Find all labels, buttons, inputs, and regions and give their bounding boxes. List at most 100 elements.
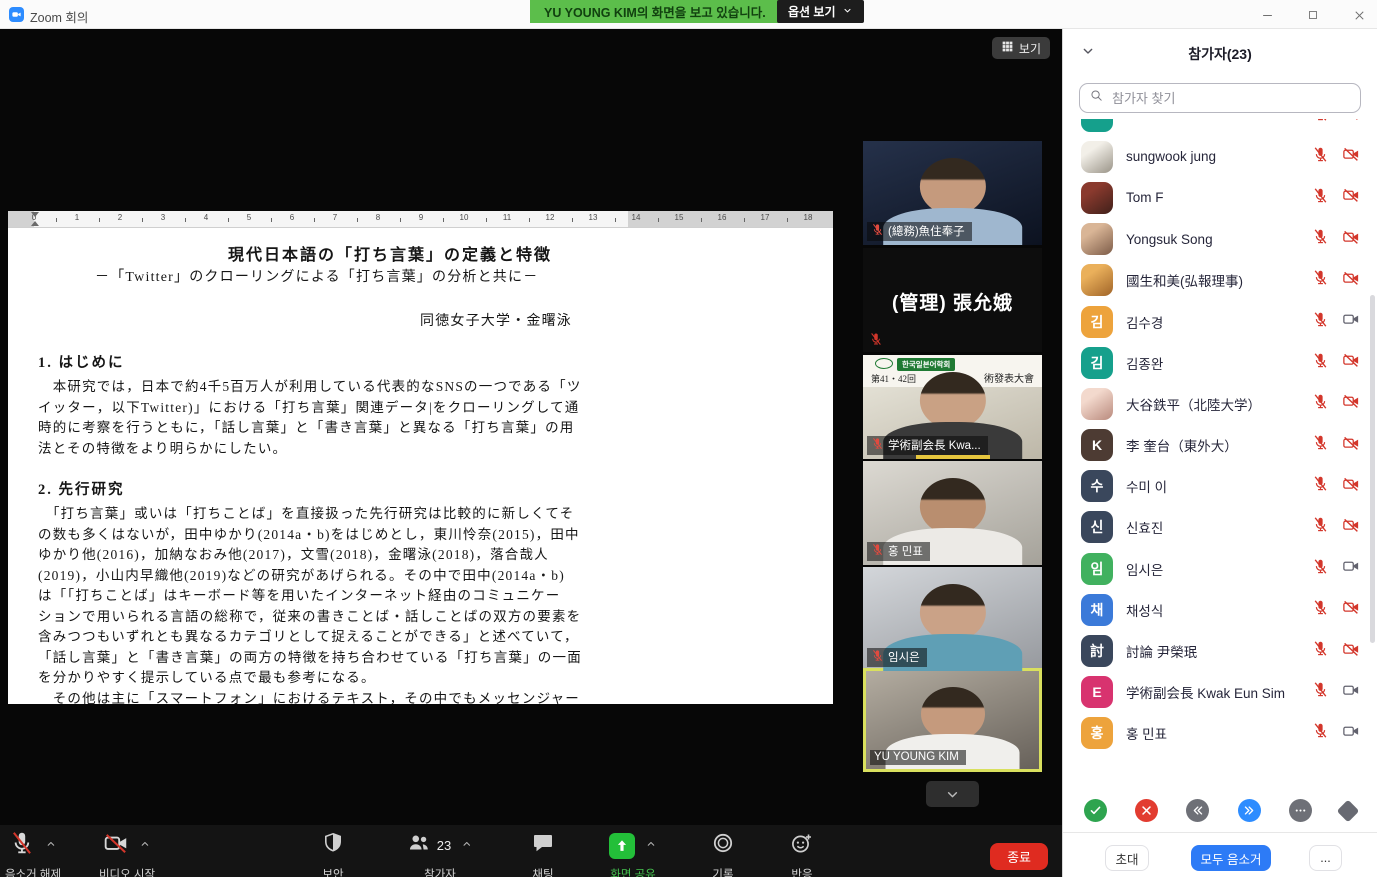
ruler-number: 18 — [804, 213, 813, 222]
toolbar-participants-button[interactable]: 23참가자 — [407, 832, 473, 877]
participant-row[interactable]: 홍홍 민표 — [1063, 713, 1377, 754]
reaction-faster-button[interactable] — [1238, 799, 1261, 822]
participant-row[interactable]: 임임시은 — [1063, 548, 1377, 589]
video-tile[interactable]: YU YOUNG KIM — [863, 668, 1042, 772]
close-button[interactable] — [1344, 5, 1374, 25]
invite-button[interactable]: 초대 — [1105, 845, 1149, 871]
caret-up-icon[interactable] — [461, 837, 473, 855]
participant-row[interactable]: 채채성식 — [1063, 589, 1377, 630]
minimize-button[interactable] — [1252, 5, 1282, 25]
caret-up-icon[interactable] — [139, 837, 151, 855]
participant-row[interactable]: 김김수경 — [1063, 301, 1377, 342]
avatar: 김 — [1081, 306, 1113, 338]
video-off-icon — [1342, 145, 1360, 168]
indent-marker-icon[interactable] — [31, 221, 39, 226]
doc-line: (2019)，小山内早織他(2019)などの研究があげられる。その中で田中(20… — [38, 566, 648, 587]
mic-muted-icon — [1312, 434, 1329, 456]
participant-row[interactable]: sungwook jung — [1063, 136, 1377, 177]
reaction-no-button[interactable] — [1135, 799, 1158, 822]
shield-icon — [321, 831, 345, 860]
more-button[interactable]: ... — [1309, 845, 1342, 871]
mic-muted-icon — [1312, 599, 1329, 621]
participant-row[interactable]: K李 奎台（東外大） — [1063, 425, 1377, 466]
participant-name: 신효진 — [1126, 517, 1304, 537]
participant-status-icons — [1312, 722, 1360, 745]
ruler-margin-right — [628, 211, 833, 227]
participant-row[interactable]: 大谷鉄平（北陸大学） — [1063, 383, 1377, 424]
toolbar-share-screen-button[interactable]: 화면 공유 — [609, 832, 657, 877]
view-button[interactable]: 보기 — [992, 37, 1050, 59]
avatar: 김 — [1081, 347, 1113, 379]
mic-off-icon — [9, 830, 35, 861]
mic-muted-icon — [869, 332, 883, 346]
toolbar-record-button[interactable]: 기록 — [711, 832, 735, 877]
conference-logo-icon — [875, 358, 893, 369]
caret-up-icon[interactable] — [45, 837, 57, 855]
participant-status-icons — [1312, 186, 1360, 209]
ruler-number: 13 — [589, 213, 598, 222]
toolbar-chat-button[interactable]: 채팅 — [531, 832, 555, 877]
avatar: 신 — [1081, 511, 1113, 543]
video-tile[interactable]: 한국일본어학회第41・42回術發表大會学術副会長 Kwa... — [863, 355, 1042, 459]
doc-paragraph: 本研究では，日本で約4千5百万人が利用している代表的なSNSの一つである「ツイッ… — [38, 377, 648, 459]
mute-all-button[interactable]: 모두 음소거 — [1191, 845, 1271, 871]
share-icon — [609, 833, 635, 859]
video-tile[interactable]: 임시은 — [863, 567, 1042, 671]
scrollbar-thumb[interactable] — [1370, 295, 1375, 643]
video-off-icon — [1342, 186, 1360, 209]
zoom-app-icon — [9, 7, 24, 22]
video-name-label: YU YOUNG KIM — [870, 750, 966, 765]
toolbar-unmute-button[interactable]: 음소거 해제 — [5, 832, 61, 877]
ruler-number: 2 — [118, 213, 122, 222]
doc-line: ゆかり他(2016)，加納なおみ他(2017)，文雪(2018)，金曙泳(201… — [38, 545, 648, 566]
search-area — [1063, 75, 1377, 119]
participant-name: 임시은 — [1126, 559, 1304, 579]
video-tile[interactable]: (總務)魚住奉子 — [863, 141, 1042, 245]
ruler-tick — [142, 218, 143, 222]
search-box[interactable] — [1079, 83, 1361, 113]
participant-name: 김종완 — [1126, 353, 1304, 373]
participant-row[interactable]: 國生和美(弘報理事) — [1063, 260, 1377, 301]
poster-session-number: 第41・42回 — [871, 372, 916, 385]
ruler-number: 3 — [161, 213, 165, 222]
participant-row[interactable]: 신 신효진 — [1063, 507, 1377, 548]
video-tile[interactable]: 홍 민표 — [863, 461, 1042, 565]
video-tile[interactable]: (管理) 張允娥 — [863, 248, 1042, 352]
toolbar-reactions-button[interactable]: 반응 — [790, 832, 814, 877]
participant-row[interactable]: 討討論 尹榮珉 — [1063, 630, 1377, 671]
participant-row[interactable]: Yongsuk Song — [1063, 219, 1377, 260]
participant-name: 討論 尹榮珉 — [1126, 641, 1304, 661]
toolbar-security-button[interactable]: 보안 — [321, 832, 345, 877]
end-meeting-button[interactable]: 종료 — [990, 843, 1048, 870]
maximize-button[interactable] — [1298, 5, 1328, 25]
toolbar-item-label: 화면 공유 — [609, 866, 657, 877]
participant-status-icons — [1312, 351, 1360, 374]
ruler-tick — [658, 218, 659, 222]
participant-row[interactable]: Tom F — [1063, 177, 1377, 218]
video-name-center: (管理) 張允娥 — [863, 288, 1042, 315]
indent-marker-icon[interactable] — [31, 212, 39, 217]
search-input[interactable] — [1110, 90, 1360, 107]
participant-row[interactable]: 김 김종완 — [1063, 342, 1377, 383]
view-options-button[interactable]: 옵션 보기 — [777, 0, 864, 23]
participant-list: sungwook jungTom FYongsuk Song國生和美(弘報理事)… — [1063, 95, 1377, 755]
meeting-toolbar: 종료 음소거 해제 비디오 시작 보안 23참가자 채팅화면 공유 기록 반응 — [0, 825, 1062, 877]
reaction-slower-button[interactable] — [1186, 799, 1209, 822]
toolbar-item-label: 기록 — [711, 866, 735, 877]
video-off-icon — [1342, 598, 1360, 621]
participant-row[interactable]: 수수미 이 — [1063, 466, 1377, 507]
caret-up-icon[interactable] — [645, 837, 657, 855]
ruler-tick — [572, 218, 573, 222]
participant-status-icons — [1312, 434, 1360, 457]
video-name-label: 学術副会長 Kwa... — [867, 436, 988, 455]
participant-row[interactable]: E学術副会長 Kwak Eun Sim — [1063, 672, 1377, 713]
toolbar-start-video-button[interactable]: 비디오 시작 — [99, 832, 155, 877]
toolbar-item-label: 반응 — [790, 866, 814, 877]
doc-line: その他は主に「スマートフォン」におけるテキスト，その中でもメッセンジャー — [38, 689, 648, 705]
title-bar: Zoom 회의 YU YOUNG KIM의 화면을 보고 있습니다. 옵션 보기 — [0, 0, 1377, 29]
reaction-yes-button[interactable] — [1084, 799, 1107, 822]
collapse-thumbnails-button[interactable] — [926, 781, 979, 807]
reaction-more-button[interactable] — [1289, 799, 1312, 822]
ruler-tick — [787, 218, 788, 222]
eraser-icon[interactable] — [1337, 799, 1360, 822]
